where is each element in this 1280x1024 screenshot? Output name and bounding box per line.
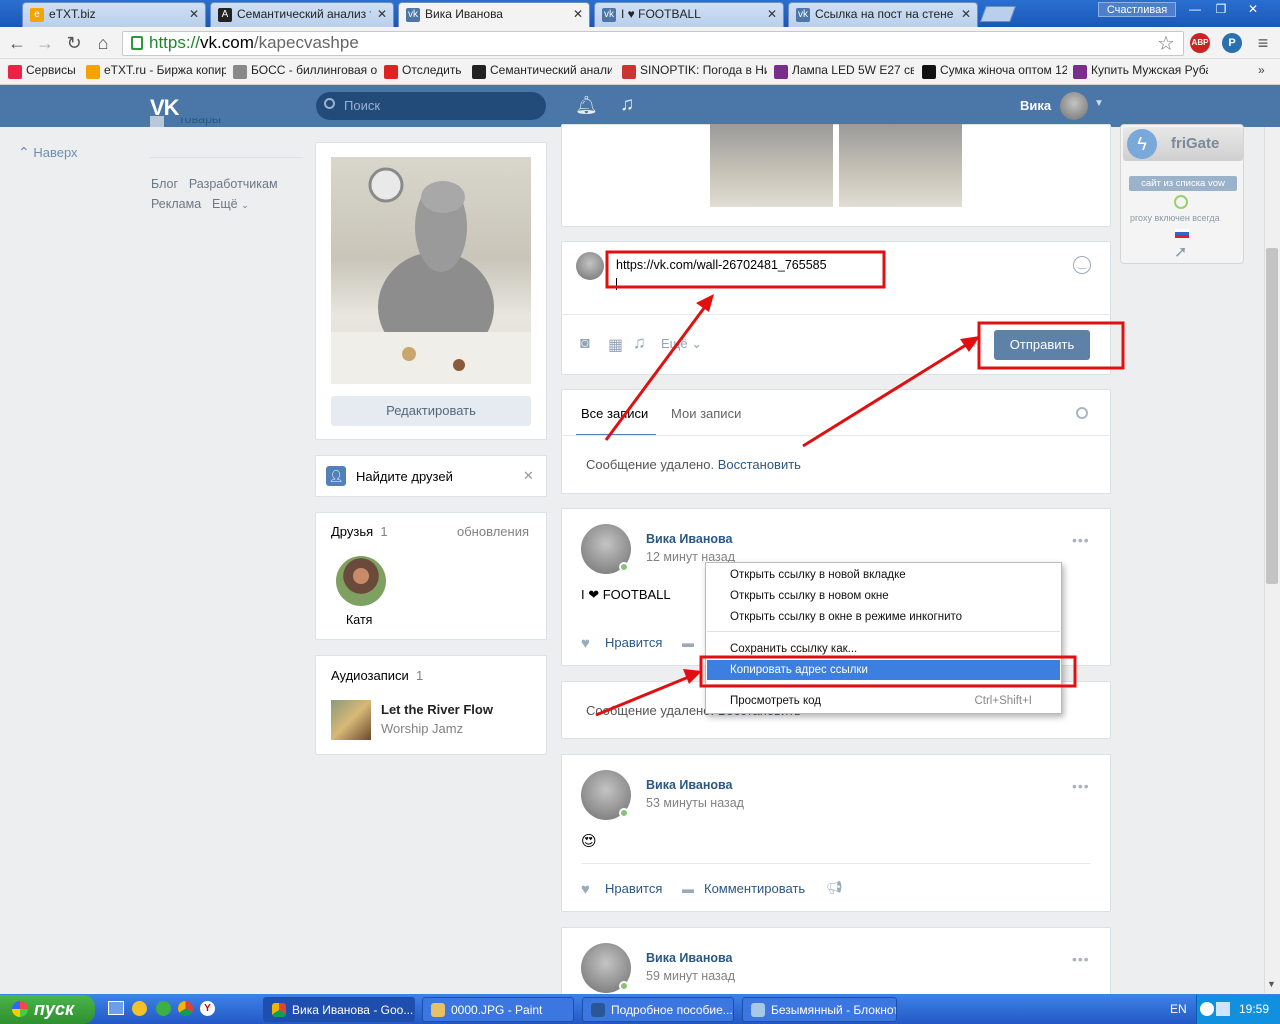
scrollbar-thumb[interactable] bbox=[1266, 248, 1278, 584]
taskbar-item[interactable]: 0000.JPG - Paint bbox=[422, 997, 574, 1022]
lightning-icon: ϟ bbox=[1127, 129, 1157, 159]
paint-icon bbox=[431, 1003, 445, 1017]
language-indicator[interactable]: EN bbox=[1170, 1002, 1187, 1016]
utorrent-icon[interactable] bbox=[156, 1001, 171, 1016]
annotation-box-copy bbox=[699, 655, 1077, 688]
yandex-icon[interactable]: Y bbox=[200, 1001, 215, 1016]
clock: 19:59 bbox=[1239, 1002, 1270, 1016]
frigate-site-badge[interactable]: сайт из списка vow bbox=[1129, 176, 1237, 191]
taskbar-item[interactable]: Подробное пособие.... bbox=[582, 997, 734, 1022]
taskbar-item[interactable]: Вика Иванова - Goo... bbox=[263, 997, 415, 1022]
annotation-box-send bbox=[977, 321, 1125, 370]
chrome-icon bbox=[272, 1003, 286, 1017]
annotation-arrow bbox=[595, 672, 697, 717]
russia-flag-icon bbox=[1175, 229, 1189, 238]
word-icon bbox=[591, 1003, 605, 1017]
tray-network-icon[interactable] bbox=[1200, 1002, 1214, 1016]
annotation-arrow bbox=[604, 299, 712, 441]
show-desktop-icon[interactable] bbox=[108, 1001, 124, 1015]
frigate-title: friGate bbox=[1171, 135, 1220, 152]
notepad-icon bbox=[751, 1003, 765, 1017]
annotation-arrow bbox=[802, 338, 975, 448]
start-button[interactable]: пуск bbox=[0, 995, 95, 1024]
taskbar-item[interactable]: Безымянный - Блокнот bbox=[742, 997, 897, 1022]
annotation-overlay bbox=[595, 250, 1125, 717]
annotation-arrowhead bbox=[696, 294, 714, 312]
arrow-up-icon[interactable]: ➚ bbox=[1174, 242, 1187, 262]
windows-logo-icon bbox=[12, 1001, 28, 1017]
power-icon[interactable] bbox=[1174, 195, 1188, 209]
annotation-box-url bbox=[605, 250, 886, 289]
annotation-arrowhead bbox=[683, 669, 702, 684]
quicklaunch-app-icon[interactable] bbox=[132, 1001, 147, 1016]
scroll-down-icon[interactable]: ▼ bbox=[1267, 979, 1276, 989]
tray-monitor-icon[interactable] bbox=[1216, 1002, 1230, 1016]
frigate-widget: ϟ friGate сайт из списка vow proxy включ… bbox=[1120, 124, 1244, 264]
frigate-proxy-status: proxy включен всегда bbox=[1130, 213, 1220, 223]
annotation-arrowhead bbox=[960, 336, 980, 352]
chrome-icon[interactable] bbox=[178, 1001, 193, 1016]
